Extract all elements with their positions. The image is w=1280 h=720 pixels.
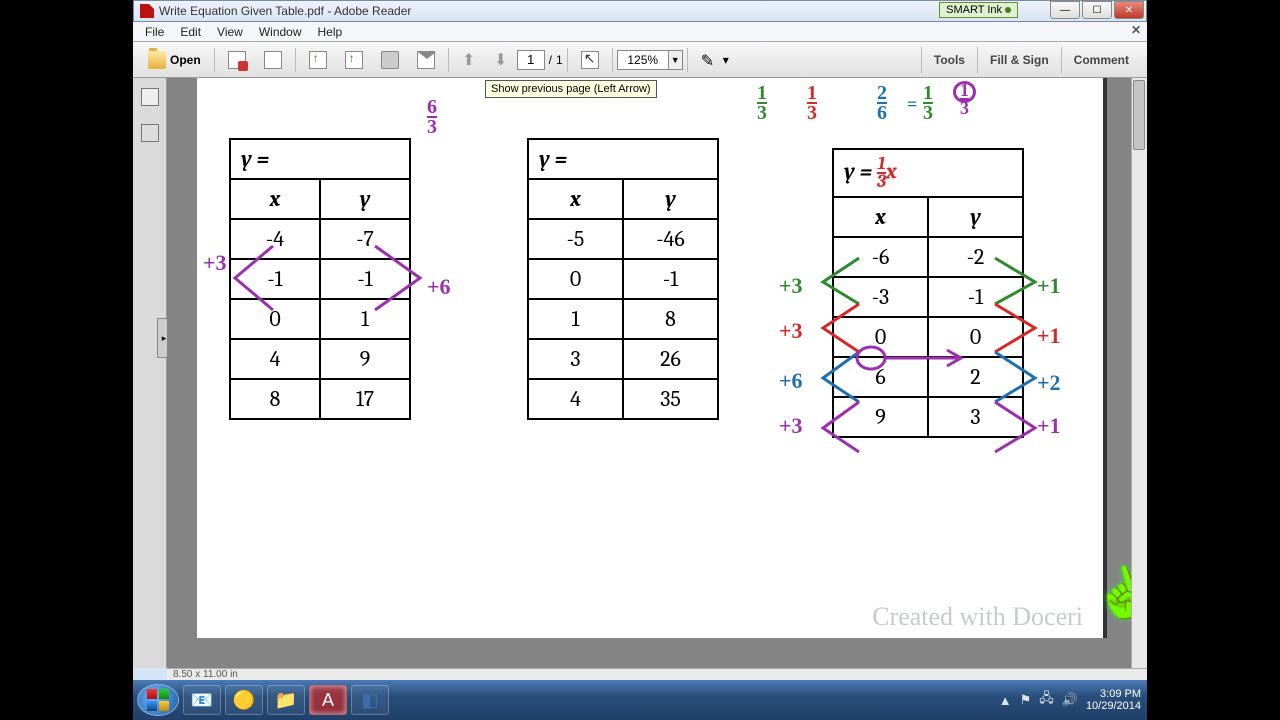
tooltip: Show previous page (Left Arrow) xyxy=(485,80,657,98)
cloud-button[interactable] xyxy=(338,46,370,74)
pdf-page: y = xy -4-7 -1-1 01 49 817 y = xy -5-46 … xyxy=(197,78,1107,638)
open-button[interactable]: Open xyxy=(141,46,208,74)
fill-sign-button[interactable]: Fill & Sign xyxy=(977,47,1061,73)
ink-frac-c: 26 xyxy=(877,84,887,122)
titlebar: Write Equation Given Table.pdf - Adobe R… xyxy=(133,0,1147,22)
select-tool-button[interactable] xyxy=(574,46,606,74)
attachments-icon[interactable] xyxy=(141,124,159,142)
close-button[interactable]: ✕ xyxy=(1114,1,1144,19)
save-button[interactable] xyxy=(302,46,334,74)
comment-button[interactable]: Comment xyxy=(1061,47,1141,73)
nav-pane: ▸ xyxy=(133,78,167,668)
taskbar: 📧 🟡 📁 A ◧ ▲ ⚑ 🖧 🔊 3:09 PM 10/29/2014 xyxy=(133,680,1147,720)
tools-panel-button[interactable]: Tools xyxy=(921,47,977,73)
menu-view[interactable]: View xyxy=(209,23,251,41)
thumbnails-icon[interactable] xyxy=(141,88,159,106)
document-close-icon[interactable]: ✕ xyxy=(1131,23,1141,37)
t2-equation: y = xyxy=(528,139,718,179)
task-adobe-reader[interactable]: A xyxy=(309,685,347,715)
sign-icon: ✎ xyxy=(701,51,719,69)
zoom-dropdown[interactable]: ▼ xyxy=(669,50,683,70)
task-smart[interactable]: ◧ xyxy=(351,685,389,715)
clock[interactable]: 3:09 PM 10/29/2014 xyxy=(1086,688,1141,712)
mail-icon xyxy=(417,51,435,69)
window-title: Write Equation Given Table.pdf - Adobe R… xyxy=(159,4,411,18)
menu-help[interactable]: Help xyxy=(310,23,351,41)
prev-page-button[interactable]: ⬆ xyxy=(455,45,483,75)
ink-equals: = xyxy=(907,94,917,115)
save-icon xyxy=(309,51,327,69)
page-dimensions: 8.50 x 11.00 in xyxy=(173,669,238,680)
ink-t3-left-3: +6 xyxy=(779,368,803,394)
start-button[interactable] xyxy=(137,684,179,716)
minimize-button[interactable]: — xyxy=(1050,1,1080,19)
ink-t3-right-1: +1 xyxy=(1037,273,1061,299)
folder-icon xyxy=(148,51,166,69)
document-area: ▸ y = xy -4-7 -1-1 01 49 817 y = xy xyxy=(133,78,1147,668)
convert-icon xyxy=(264,51,282,69)
tray-network-icon[interactable]: 🖧 xyxy=(1039,689,1054,711)
page-total: 1 xyxy=(556,53,563,67)
convert-button[interactable] xyxy=(257,46,289,74)
select-icon xyxy=(581,51,599,69)
t1-equation: y = xyxy=(230,139,410,179)
ink-t3-left-2: +3 xyxy=(779,318,803,344)
arrow-down-icon: ⬇ xyxy=(494,50,508,70)
ink-t1-fraction: 63 xyxy=(427,98,437,136)
create-pdf-icon xyxy=(228,51,246,69)
menu-file[interactable]: File xyxy=(137,23,172,41)
toolbar: Open ⬆ ⬇ / 1 125% ▼ ✎▾ Tools Fill & Sign… xyxy=(133,42,1147,78)
page-viewport[interactable]: y = xy -4-7 -1-1 01 49 817 y = xy -5-46 … xyxy=(167,78,1147,668)
zoom-display[interactable]: 125% xyxy=(617,50,669,70)
task-chrome[interactable]: 🟡 xyxy=(225,685,263,715)
ink-t1-right: +6 xyxy=(427,274,451,300)
page-separator: / xyxy=(549,53,552,67)
ink-frac-d: 13 xyxy=(923,84,933,122)
ink-t3-right-2: +1 xyxy=(1037,323,1061,349)
page-input[interactable] xyxy=(517,50,545,70)
table-1: y = xy -4-7 -1-1 01 49 817 xyxy=(229,138,411,420)
ink-frac-a: 13 xyxy=(757,84,767,122)
ink-t3-left-1: +3 xyxy=(779,273,803,299)
menubar: File Edit View Window Help ✕ xyxy=(133,22,1147,42)
desktop: Write Equation Given Table.pdf - Adobe R… xyxy=(133,0,1147,720)
vertical-scrollbar[interactable] xyxy=(1131,78,1147,668)
smart-ink-badge[interactable]: SMART Ink xyxy=(939,2,1018,18)
menu-window[interactable]: Window xyxy=(251,23,310,41)
ink-frac-e: 13 xyxy=(953,82,976,116)
pdf-icon xyxy=(140,4,154,18)
print-icon xyxy=(381,51,399,69)
ink-frac-b: 13 xyxy=(807,84,817,122)
tray-volume-icon[interactable]: 🔊 xyxy=(1062,692,1078,708)
ink-t3-right-3: +2 xyxy=(1037,370,1061,396)
table-2: y = xy -5-46 0-1 18 326 435 xyxy=(527,138,719,420)
print-button[interactable] xyxy=(374,46,406,74)
watermark: Created with Doceri xyxy=(872,602,1083,632)
tray-up-icon[interactable]: ▲ xyxy=(999,693,1012,708)
ink-t3-right-4: +1 xyxy=(1037,413,1061,439)
system-tray: ▲ ⚑ 🖧 🔊 3:09 PM 10/29/2014 xyxy=(999,680,1141,720)
task-outlook[interactable]: 📧 xyxy=(183,685,221,715)
task-explorer[interactable]: 📁 xyxy=(267,685,305,715)
arrow-up-icon: ⬆ xyxy=(462,50,476,70)
sign-tool-button[interactable]: ✎▾ xyxy=(694,46,736,74)
create-pdf-button[interactable] xyxy=(221,46,253,74)
status-bar: 8.50 x 11.00 in xyxy=(167,668,1147,680)
maximize-button[interactable]: ☐ xyxy=(1082,1,1112,19)
menu-edit[interactable]: Edit xyxy=(172,23,209,41)
cloud-icon xyxy=(345,51,363,69)
t3-equation: y = 13x xyxy=(833,149,1023,197)
table-3: y = 13x xy -6-2 -3-1 00 62 93 xyxy=(832,148,1024,438)
ink-t1-left: +3 xyxy=(203,250,227,276)
ink-t3-left-4: +3 xyxy=(779,413,803,439)
next-page-button[interactable]: ⬇ xyxy=(487,45,515,75)
tray-flag-icon[interactable]: ⚑ xyxy=(1020,692,1032,708)
email-button[interactable] xyxy=(410,46,442,74)
